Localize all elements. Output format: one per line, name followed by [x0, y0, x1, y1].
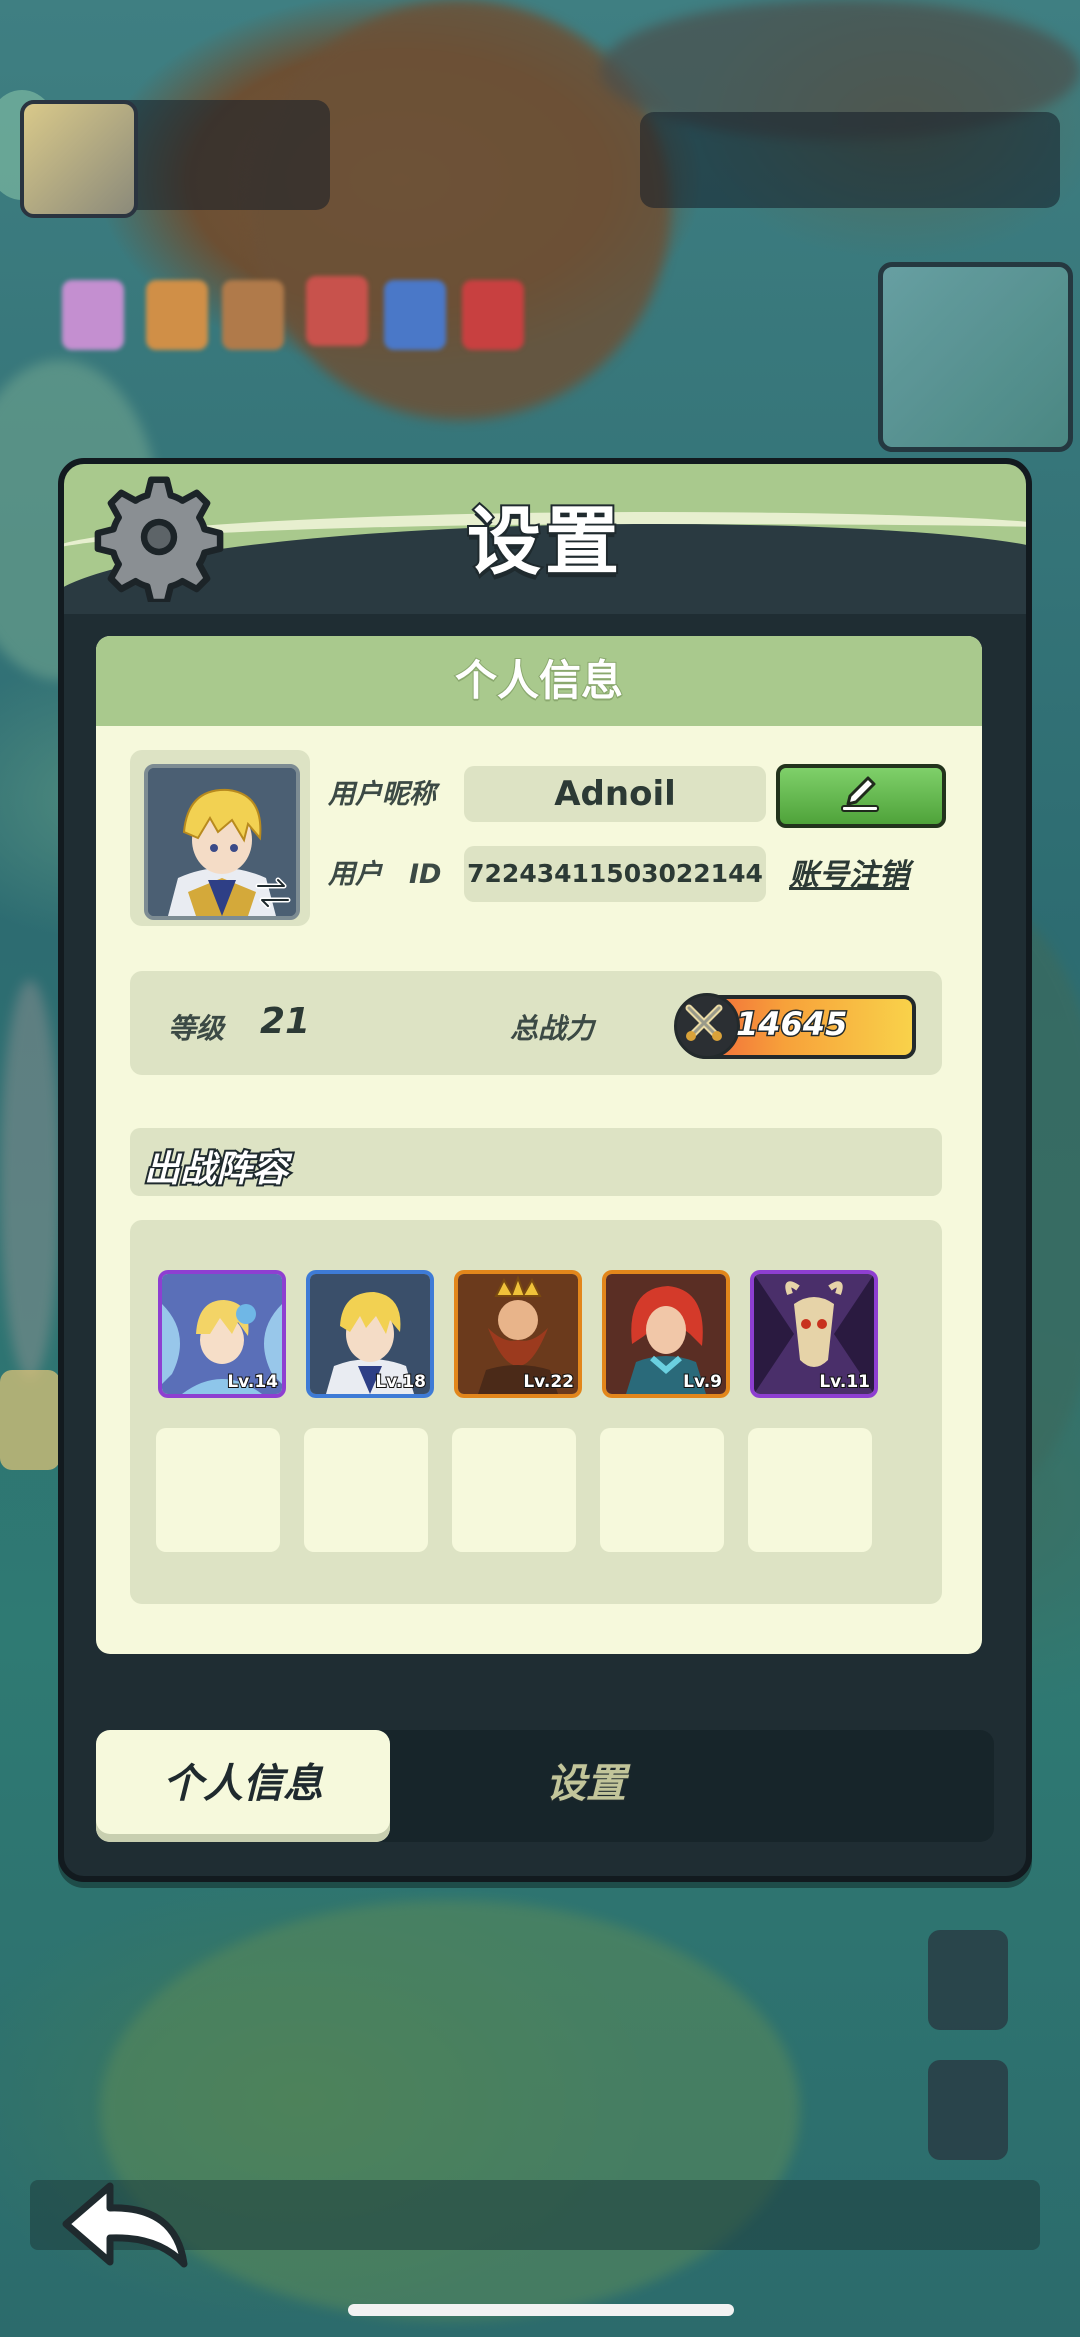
event-icon-5[interactable]: [384, 280, 446, 350]
hero-slot-5[interactable]: Lv.11: [750, 1270, 878, 1398]
id-field[interactable]: 72243411503022144: [464, 846, 766, 902]
power-label: 总战力: [510, 1012, 595, 1045]
event-icon-4[interactable]: [306, 276, 368, 346]
power-value: 14645: [734, 1004, 848, 1045]
edit-nickname-button[interactable]: [776, 764, 946, 828]
hero-level: Lv.22: [522, 1371, 575, 1393]
level-value: 21: [260, 1001, 311, 1042]
hero-slot-2[interactable]: Lv.18: [306, 1270, 434, 1398]
hero-level: Lv.18: [374, 1371, 427, 1393]
level-label: 等级: [168, 1012, 225, 1045]
power-badge: 14645: [674, 993, 916, 1059]
hero-slot-4[interactable]: Lv.9: [602, 1270, 730, 1398]
lineup-box: Lv.14 Lv.18 Lv.22 Lv.9 Lv.11: [130, 1220, 942, 1604]
minimap[interactable]: [878, 262, 1073, 452]
card-header: 个人信息: [96, 636, 982, 726]
crossed-swords-icon: [685, 1004, 723, 1041]
empty-slot[interactable]: [156, 1428, 280, 1552]
gear-icon: [94, 476, 224, 602]
empty-slot[interactable]: [304, 1428, 428, 1552]
player-avatar[interactable]: [144, 764, 300, 920]
nickname-field: Adnoil: [464, 766, 766, 822]
id-label: 用户 ID: [328, 859, 442, 890]
event-icon-3[interactable]: [222, 280, 284, 350]
event-icon-2[interactable]: [146, 280, 208, 350]
lineup-title: 出战阵容: [142, 1147, 290, 1192]
back-arrow-icon[interactable]: [58, 2172, 198, 2282]
hero-level: Lv.9: [682, 1371, 723, 1393]
hero-slot-1[interactable]: Lv.14: [158, 1270, 286, 1398]
empty-slot[interactable]: [600, 1428, 724, 1552]
lineup-header: 出战阵容: [130, 1128, 942, 1196]
empty-slot[interactable]: [452, 1428, 576, 1552]
terrain-path: [0, 980, 60, 1380]
tab-profile[interactable]: 个人信息: [96, 1730, 390, 1842]
avatar-frame[interactable]: [130, 750, 310, 926]
cancel-account-link[interactable]: 账号注销: [789, 850, 909, 894]
hero-level: Lv.11: [818, 1371, 871, 1393]
hud-avatar[interactable]: [20, 100, 138, 218]
event-icon-1[interactable]: [62, 280, 124, 350]
pencil-icon: [841, 776, 879, 812]
power-icon-frame: [674, 993, 740, 1059]
settings-panel: 设置 个人信息 用户昵称 Adnoil 用户 ID 72243411503022…: [58, 458, 1032, 1882]
stats-row: 等级 21 总战力 14645: [130, 971, 942, 1075]
resource-hud: [640, 112, 1060, 208]
side-coin-button[interactable]: [0, 1370, 60, 1470]
event-icon-6[interactable]: [462, 280, 524, 350]
home-indicator[interactable]: [348, 2304, 734, 2316]
side-robot-button[interactable]: [928, 1930, 1008, 2030]
hero-slot-3[interactable]: Lv.22: [454, 1270, 582, 1398]
terrain-reeds: [100, 1900, 800, 2320]
hero-level: Lv.14: [226, 1371, 279, 1393]
swap-arrows-icon[interactable]: [254, 876, 292, 910]
tab-bar: 个人信息 设置: [96, 1730, 994, 1842]
side-hero-button[interactable]: [928, 2060, 1008, 2160]
profile-card: 个人信息 用户昵称 Adnoil 用户 ID 72243411503022144…: [96, 636, 982, 1654]
nickname-label: 用户昵称: [328, 779, 436, 810]
empty-slot[interactable]: [748, 1428, 872, 1552]
tab-settings[interactable]: 设置: [436, 1730, 736, 1842]
